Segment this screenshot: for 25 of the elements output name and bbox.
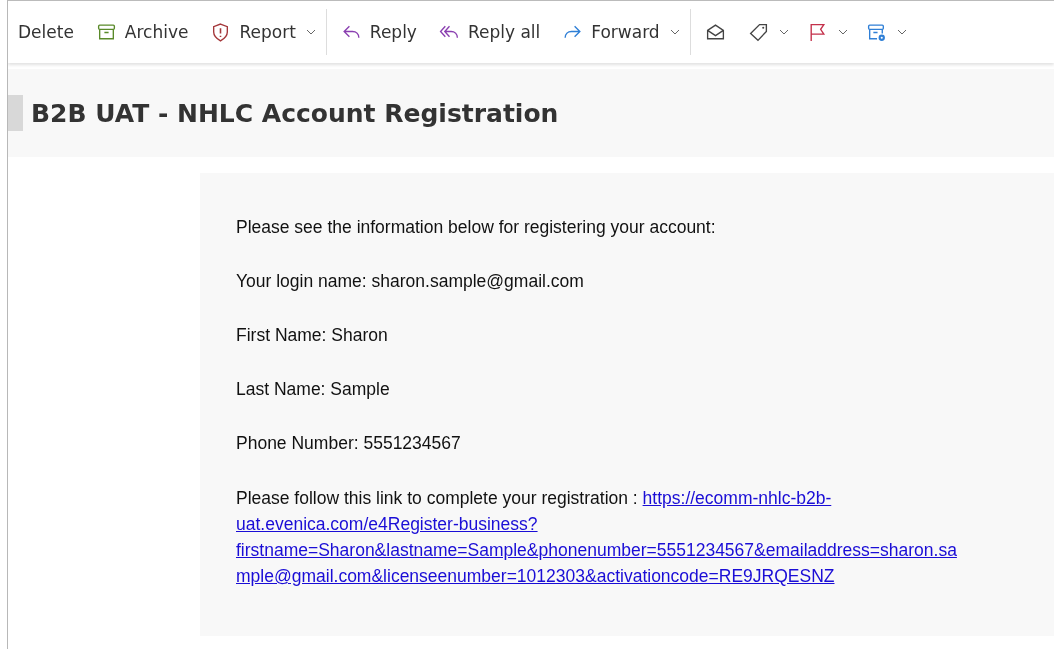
body-text: Your login name: sharon.sample@gmail.com xyxy=(236,270,585,293)
chevron-down-icon[interactable] xyxy=(669,29,680,35)
registration-link[interactable]: uat.evenica.com/e4Register-business? xyxy=(236,514,538,534)
chevron-down-icon[interactable] xyxy=(778,29,789,35)
toolbar-button[interactable]: Reply all xyxy=(430,15,549,49)
calendar-gear-icon xyxy=(865,21,887,43)
registration-link[interactable]: https://ecomm-nhlc-b2b- xyxy=(642,488,832,508)
tag-icon xyxy=(747,21,769,43)
body-text: Phone Number: 5551234567 xyxy=(236,432,462,455)
chevron-down-icon[interactable] xyxy=(305,29,316,35)
toolbar-button[interactable]: Forward xyxy=(554,15,668,49)
body-text: Please follow this link to complete your registration : xyxy=(236,488,638,508)
chevron-down-icon[interactable] xyxy=(837,29,848,35)
registration-link[interactable]: mple@gmail.com&licenseenumber=1012303&activationcode=RE9JRQESNZ xyxy=(236,566,835,586)
email-subject: B2B UAT - NHLC Account Registration xyxy=(31,98,559,128)
toolbar-button[interactable]: Delete xyxy=(10,16,82,48)
body-text: Last Name: Sample xyxy=(236,378,391,401)
registration-link[interactable]: firstname=Sharon&lastname=Sample&phonenumber=5551234567&emailaddress=sharon.sa xyxy=(236,540,957,560)
toolbar-button[interactable]: Report xyxy=(202,15,304,49)
body-text: Please see the information below for registering your account: xyxy=(236,216,717,239)
toolbar-button[interactable]: Reply xyxy=(332,15,425,49)
body-text: First Name: Sharon xyxy=(236,324,389,347)
resize-handle[interactable] xyxy=(8,95,23,131)
chevron-down-icon[interactable] xyxy=(896,29,907,35)
toolbar-button[interactable]: Archive xyxy=(87,15,197,49)
